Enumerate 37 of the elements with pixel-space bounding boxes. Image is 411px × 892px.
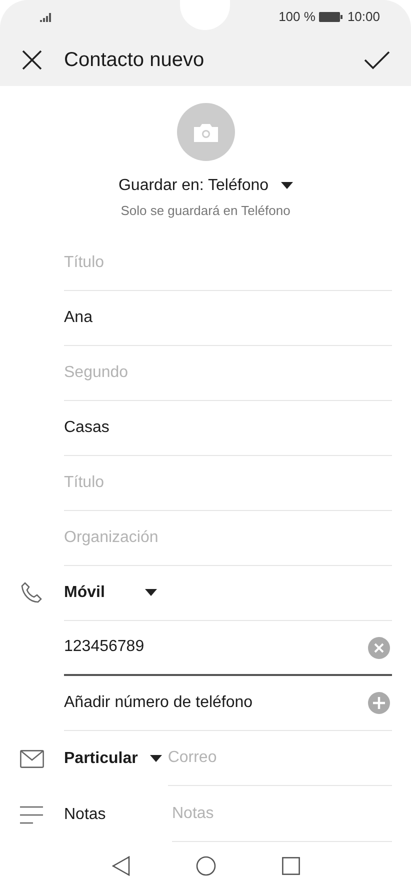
text-field[interactable]: Título (64, 456, 392, 510)
battery-icon (319, 12, 344, 22)
dropdown-caret-icon (144, 588, 157, 596)
recents-icon (282, 857, 300, 876)
add-phone-link[interactable]: Añadir número de teléfono (64, 690, 253, 714)
battery-percentage: 100 % (278, 8, 316, 26)
notes-field[interactable]: Notas (172, 787, 392, 842)
signal-icon (40, 12, 54, 22)
text-field[interactable]: Segundo (64, 346, 392, 400)
back-button[interactable] (112, 856, 130, 876)
home-icon (196, 856, 216, 876)
notes-label: Notas (64, 804, 107, 824)
storage-note: Solo se guardará en Teléfono (120, 202, 290, 220)
storage-dropdown[interactable]: Guardar en: Teléfono (118, 174, 293, 198)
phone-type-dropdown[interactable]: Móvil (64, 580, 157, 604)
screen-title: Contacto nuevo (64, 48, 206, 72)
email-type-dropdown[interactable]: Particular (64, 746, 162, 770)
clear-icon (374, 642, 384, 652)
clock: 10:00 (347, 8, 380, 26)
text-field[interactable]: Título (64, 236, 392, 290)
close-button[interactable] (20, 48, 44, 72)
text-field[interactable]: Organización (64, 510, 392, 566)
dropdown-caret-icon (280, 182, 293, 190)
checkmark-icon (364, 50, 390, 70)
plus-icon (373, 696, 385, 708)
back-icon (112, 856, 130, 876)
notes-icon (20, 806, 44, 824)
text-field[interactable]: Ana (64, 290, 392, 346)
home-button[interactable] (196, 856, 216, 876)
envelope-icon (20, 750, 44, 768)
email-field[interactable]: Correo (168, 731, 392, 786)
close-icon (22, 50, 42, 70)
phone-icon (20, 581, 44, 605)
camera-icon (194, 122, 218, 142)
text-field[interactable]: Casas (64, 400, 392, 456)
recents-button[interactable] (282, 857, 300, 876)
dropdown-caret-icon (150, 754, 162, 762)
